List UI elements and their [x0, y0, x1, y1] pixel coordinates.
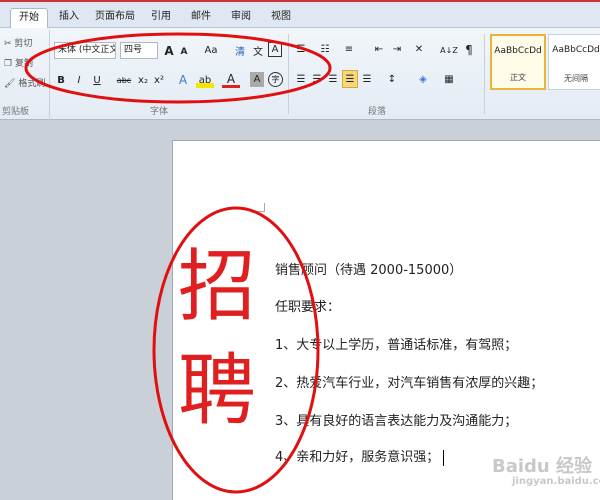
- scissors-icon: ✂: [4, 39, 12, 49]
- superscript-button[interactable]: x²: [152, 72, 166, 88]
- copy-button[interactable]: ❐ 复制: [4, 56, 33, 69]
- font-size-select[interactable]: 四号: [120, 42, 158, 59]
- clipboard-group-label: 剪贴板: [2, 107, 30, 117]
- font-group-label: 字体: [150, 107, 169, 117]
- doc-line-2: 2、热爱汽车行业，对汽车销售有浓厚的兴趣；: [275, 376, 544, 391]
- style-normal-label: 正文: [510, 73, 526, 82]
- format-painter-button[interactable]: 🖌 格式刷: [4, 76, 45, 89]
- doc-line-1: 1、大专以上学历，普通话标准，有驾照；: [275, 338, 518, 353]
- multilevel-list-icon[interactable]: ≡: [342, 42, 356, 56]
- font-color-button[interactable]: A: [222, 72, 240, 88]
- tab-mailings[interactable]: 邮件: [186, 8, 216, 28]
- align-left-icon[interactable]: ☰: [294, 72, 308, 86]
- font-name-select[interactable]: 宋体 (中文正文): [54, 42, 116, 59]
- doc-line-3: 3、具有良好的语言表达能力及沟通能力；: [275, 414, 518, 429]
- tab-references[interactable]: 引用: [146, 8, 176, 28]
- bullets-icon[interactable]: ☰: [294, 42, 308, 56]
- clear-format-button[interactable]: 清: [232, 42, 248, 59]
- recruit-char-2: 聘: [178, 346, 257, 436]
- ribbon: 开始 插入 页面布局 引用 邮件 审阅 视图 ✂ 剪切 ❐ 复制 🖌 格式刷 剪…: [0, 0, 600, 120]
- brush-icon: 🖌: [4, 79, 16, 89]
- enclose-characters-button[interactable]: 字: [268, 72, 283, 87]
- numbering-icon[interactable]: ☷: [318, 42, 332, 56]
- show-marks-button[interactable]: ¶: [462, 42, 476, 58]
- align-right-icon[interactable]: ☰: [326, 72, 340, 86]
- bold-button[interactable]: B: [54, 72, 68, 88]
- doc-line-4: 4、亲和力好，服务意识强；: [275, 446, 445, 466]
- style-no-spacing[interactable]: AaBbCcDd 无间隔: [548, 34, 600, 90]
- cut-button[interactable]: ✂ 剪切: [4, 36, 32, 49]
- distribute-icon[interactable]: ☰: [360, 72, 374, 86]
- doc-line-title: 销售顾问（待遇 2000-15000）: [275, 263, 463, 278]
- highlight-button[interactable]: ab: [196, 72, 214, 88]
- style-normal[interactable]: AaBbCcDd 正文: [490, 34, 546, 90]
- tab-page-layout[interactable]: 页面布局: [92, 8, 138, 28]
- character-shading-button[interactable]: A: [250, 72, 264, 87]
- line-spacing-icon[interactable]: ↕: [384, 72, 400, 86]
- style-no-spacing-label: 无间隔: [564, 74, 588, 83]
- copy-icon: ❐: [4, 59, 13, 69]
- italic-button[interactable]: I: [72, 72, 86, 88]
- align-center-icon[interactable]: ☰: [310, 72, 324, 86]
- tab-view[interactable]: 视图: [266, 8, 296, 28]
- increase-indent-icon[interactable]: ⇥: [390, 42, 404, 56]
- text-effect-button[interactable]: A: [174, 72, 192, 88]
- tab-home[interactable]: 开始: [10, 8, 48, 28]
- grow-font-button[interactable]: A: [162, 42, 176, 59]
- watermark: Baidu 经验jingyan.baidu.com: [492, 456, 600, 487]
- tab-bar: 开始 插入 页面布局 引用 邮件 审阅 视图: [0, 0, 600, 28]
- recruit-char-1: 招: [178, 242, 257, 332]
- justify-icon[interactable]: ☰: [342, 70, 358, 88]
- decrease-indent-icon[interactable]: ⇤: [372, 42, 386, 56]
- tab-insert[interactable]: 插入: [54, 8, 84, 28]
- phonetic-guide-button[interactable]: 文: [250, 42, 266, 59]
- shading-icon[interactable]: ◈: [414, 72, 432, 86]
- subscript-button[interactable]: x₂: [136, 72, 150, 88]
- strikethrough-button[interactable]: abc: [114, 72, 134, 88]
- character-border-button[interactable]: A: [268, 42, 282, 57]
- text-cursor: [443, 449, 445, 466]
- asian-layout-icon[interactable]: ✕: [412, 42, 426, 56]
- doc-line-requirements: 任职要求：: [275, 300, 341, 315]
- margin-corner-mark: [256, 203, 265, 212]
- change-case-button[interactable]: Aa: [200, 42, 222, 59]
- paragraph-group-label: 段落: [368, 107, 387, 117]
- borders-icon[interactable]: ▦: [440, 72, 458, 86]
- sort-button[interactable]: A↓Z: [440, 42, 458, 58]
- separator: [288, 34, 289, 114]
- separator: [484, 34, 485, 114]
- tab-review[interactable]: 审阅: [226, 8, 256, 28]
- underline-button[interactable]: U: [90, 72, 104, 88]
- shrink-font-button[interactable]: A: [178, 44, 190, 59]
